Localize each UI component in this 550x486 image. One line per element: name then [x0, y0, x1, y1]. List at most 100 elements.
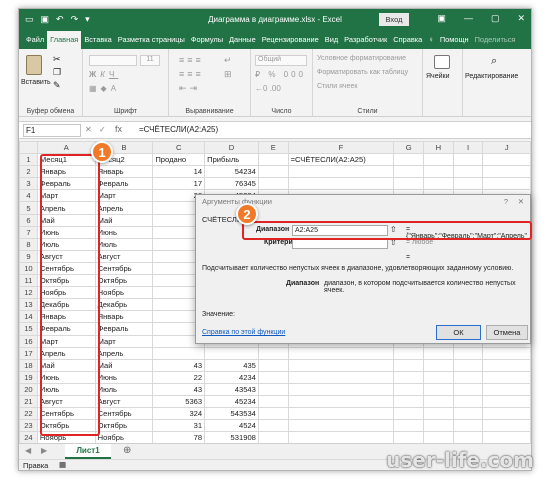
row-header[interactable]: 11 — [19, 274, 38, 288]
column-header[interactable]: A — [36, 141, 96, 155]
cell[interactable]: Декабрь — [94, 298, 154, 312]
cell[interactable]: 54234 — [204, 165, 259, 179]
tab-developer[interactable]: Разработчик — [341, 31, 390, 49]
next-sheet-icon[interactable]: ▶ — [41, 446, 47, 455]
cell[interactable] — [423, 177, 454, 191]
row-header[interactable]: 16 — [19, 334, 38, 348]
cell[interactable] — [287, 370, 395, 384]
column-header[interactable]: D — [204, 141, 259, 155]
cell[interactable] — [257, 370, 289, 384]
bold-italic-underline-buttons[interactable]: ЖКЧ — [89, 70, 118, 79]
row-header[interactable]: 13 — [19, 298, 38, 312]
column-header[interactable]: H — [423, 141, 454, 155]
cell[interactable] — [287, 346, 395, 360]
cell[interactable] — [257, 382, 289, 396]
cell[interactable] — [393, 177, 425, 191]
cell[interactable] — [393, 346, 425, 360]
tab-assistant[interactable]: Помощн — [437, 31, 472, 49]
tab-page-layout[interactable]: Разметка страницы — [115, 31, 188, 49]
cell[interactable]: Июнь — [94, 370, 154, 384]
cell[interactable] — [452, 382, 484, 396]
row-header[interactable]: 24 — [19, 431, 38, 443]
cell[interactable]: Октябрь — [94, 274, 154, 288]
align-top-icons[interactable]: ≡≡≡ — [179, 55, 204, 65]
wrap-text-icon[interactable]: ↵ — [224, 55, 232, 66]
cell[interactable]: Прибыль — [204, 153, 259, 167]
cell[interactable] — [423, 419, 454, 433]
cell[interactable]: Март — [94, 189, 154, 203]
cell[interactable]: Июль — [94, 382, 154, 396]
cell[interactable] — [482, 370, 531, 384]
row-header[interactable]: 1 — [19, 153, 38, 167]
column-header[interactable]: F — [287, 141, 395, 155]
format-as-table-button[interactable]: Форматировать как таблицу — [317, 69, 408, 76]
tab-review[interactable]: Рецензирование — [259, 31, 322, 49]
cell[interactable] — [204, 346, 259, 360]
cell[interactable]: 43543 — [204, 382, 259, 396]
cell[interactable] — [393, 407, 425, 421]
cell[interactable] — [393, 431, 425, 443]
row-header[interactable]: 8 — [19, 237, 38, 251]
row-header[interactable]: 2 — [19, 165, 38, 179]
dialog-close-icon[interactable]: ✕ — [518, 195, 524, 208]
cell[interactable] — [287, 419, 395, 433]
cells-button[interactable]: Ячейки — [426, 73, 449, 80]
cell[interactable]: 5363 — [152, 394, 206, 409]
cell[interactable] — [482, 394, 531, 409]
cell[interactable]: 45234 — [204, 394, 259, 409]
cell[interactable]: Апрель — [94, 346, 154, 360]
row-header[interactable]: 7 — [19, 225, 38, 239]
cell[interactable] — [452, 370, 484, 384]
row-header[interactable]: 4 — [19, 189, 38, 203]
row-header[interactable]: 5 — [19, 201, 38, 215]
cell[interactable] — [152, 346, 206, 360]
cell[interactable] — [452, 431, 484, 443]
cell[interactable]: 76345 — [204, 177, 259, 191]
close-icon[interactable]: ✕ — [517, 13, 525, 24]
cell[interactable] — [482, 153, 531, 167]
cell[interactable]: 43 — [152, 358, 206, 372]
row-header[interactable]: 19 — [19, 370, 38, 384]
row-header[interactable]: 12 — [19, 286, 38, 300]
cell[interactable] — [482, 407, 531, 421]
cell[interactable]: 17 — [152, 177, 206, 191]
cell[interactable]: Сентябрь — [94, 407, 154, 421]
indent-icons[interactable]: ⇤⇥ — [179, 83, 200, 94]
cell[interactable]: 14 — [152, 165, 206, 179]
cell[interactable] — [287, 165, 395, 179]
paste-icon[interactable] — [26, 55, 42, 75]
search-icon[interactable]: ⌕ — [491, 55, 497, 68]
copy-icon[interactable]: ❐ — [53, 67, 61, 78]
cell-styles-button[interactable]: Стили ячеек — [317, 83, 357, 90]
row-header[interactable]: 6 — [19, 213, 38, 227]
cell[interactable] — [482, 431, 531, 443]
cell[interactable]: Февраль — [94, 177, 154, 191]
cancel-formula-icon[interactable]: ✕ — [85, 125, 92, 134]
cut-icon[interactable]: ✂ — [53, 54, 61, 65]
conditional-format-button[interactable]: Условное форматирование — [317, 55, 406, 62]
cell[interactable]: Март — [94, 334, 154, 348]
cell[interactable] — [393, 394, 425, 409]
cell[interactable] — [393, 419, 425, 433]
cell[interactable]: Сентябрь — [94, 261, 154, 276]
cell[interactable]: Январь — [94, 310, 154, 324]
cell[interactable]: 22 — [152, 370, 206, 384]
row-header[interactable]: 20 — [19, 382, 38, 396]
cells-icon[interactable] — [434, 55, 450, 69]
cell[interactable]: Август — [94, 249, 154, 263]
cell[interactable]: Ноябрь — [94, 431, 154, 443]
cell[interactable] — [257, 177, 289, 191]
cell[interactable]: 78 — [152, 431, 206, 443]
cell[interactable] — [452, 346, 484, 360]
share-button[interactable]: Поделиться — [472, 31, 519, 49]
format-painter-icon[interactable]: ✎ — [53, 80, 61, 91]
cell[interactable] — [393, 358, 425, 372]
cell[interactable] — [423, 358, 454, 372]
cell[interactable] — [257, 346, 289, 360]
cell[interactable] — [287, 382, 395, 396]
number-format-select[interactable]: Общий — [255, 55, 307, 66]
cell[interactable]: Июнь — [94, 225, 154, 239]
editing-button[interactable]: Редактирование — [465, 73, 518, 80]
ribbon-display-icon[interactable]: ▣ — [437, 13, 446, 24]
cell[interactable] — [287, 407, 395, 421]
